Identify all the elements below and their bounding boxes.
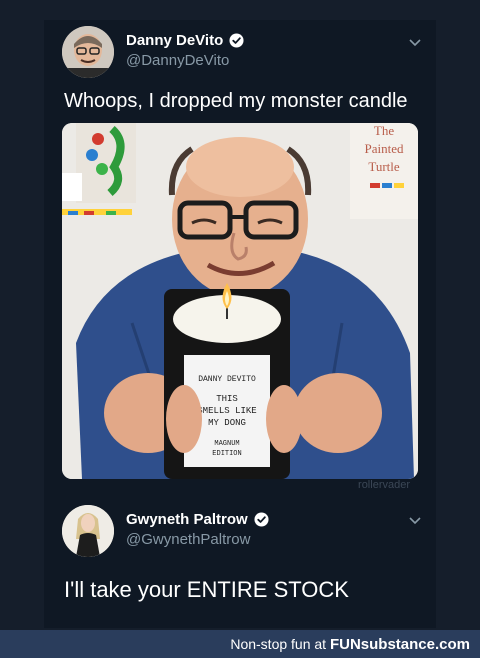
avatar-gwyneth-image [62,505,114,557]
author-name[interactable]: Gwyneth Paltrow [126,511,248,528]
tweet-photo[interactable]: The Painted Turtle DANNY DEVITO THIS SME… [62,123,418,479]
tweet-text: I'll take your ENTIRE STOCK [64,577,349,602]
photo-credit: rollervader [358,479,410,491]
page-frame: Danny DeVito @DannyDeVito Whoops, I drop… [0,0,480,658]
avatar-danny-image [62,26,114,78]
author-name[interactable]: Danny DeVito [126,32,223,49]
chevron-down-icon[interactable] [408,38,422,48]
avatar-danny[interactable] [62,26,114,78]
tweet-thread: Danny DeVito @DannyDeVito Whoops, I drop… [44,20,436,628]
tweet-text: Whoops, I dropped my monster candle [64,90,408,112]
chevron-down-icon[interactable] [408,516,422,526]
candle-label-edition-2: EDITION [212,450,241,458]
author-handle[interactable]: @DannyDeVito [126,52,229,69]
site-footer: Non-stop fun at FUNsubstance.com [0,630,480,658]
candle-label-brand: DANNY DEVITO [198,375,256,384]
sign-line-2: Painted [365,141,404,156]
footer-brand[interactable]: FUNsubstance.com [330,636,470,653]
author-handle[interactable]: @GwynethPaltrow [126,531,250,548]
verified-badge-icon [229,33,244,48]
author-row-danny: Danny DeVito [126,32,244,49]
author-row-gwyneth: Gwyneth Paltrow [126,511,269,528]
sign-line-3: Turtle [368,159,400,174]
candle-label-line-2: SMELLS LIKE [197,406,256,416]
avatar-gwyneth[interactable] [62,505,114,557]
footer-credit[interactable]: Non-stop fun at FUNsubstance.com [230,636,470,653]
candle-label-line-1: THIS [216,394,238,404]
candle-label-edition-1: MAGNUM [214,440,239,448]
candle-label-line-3: MY DONG [208,418,246,428]
verified-badge-icon [254,512,269,527]
candle-photo: The Painted Turtle DANNY DEVITO THIS SME… [62,123,418,479]
footer-prefix: Non-stop fun at [230,636,330,652]
sign-line-1: The [374,123,394,138]
